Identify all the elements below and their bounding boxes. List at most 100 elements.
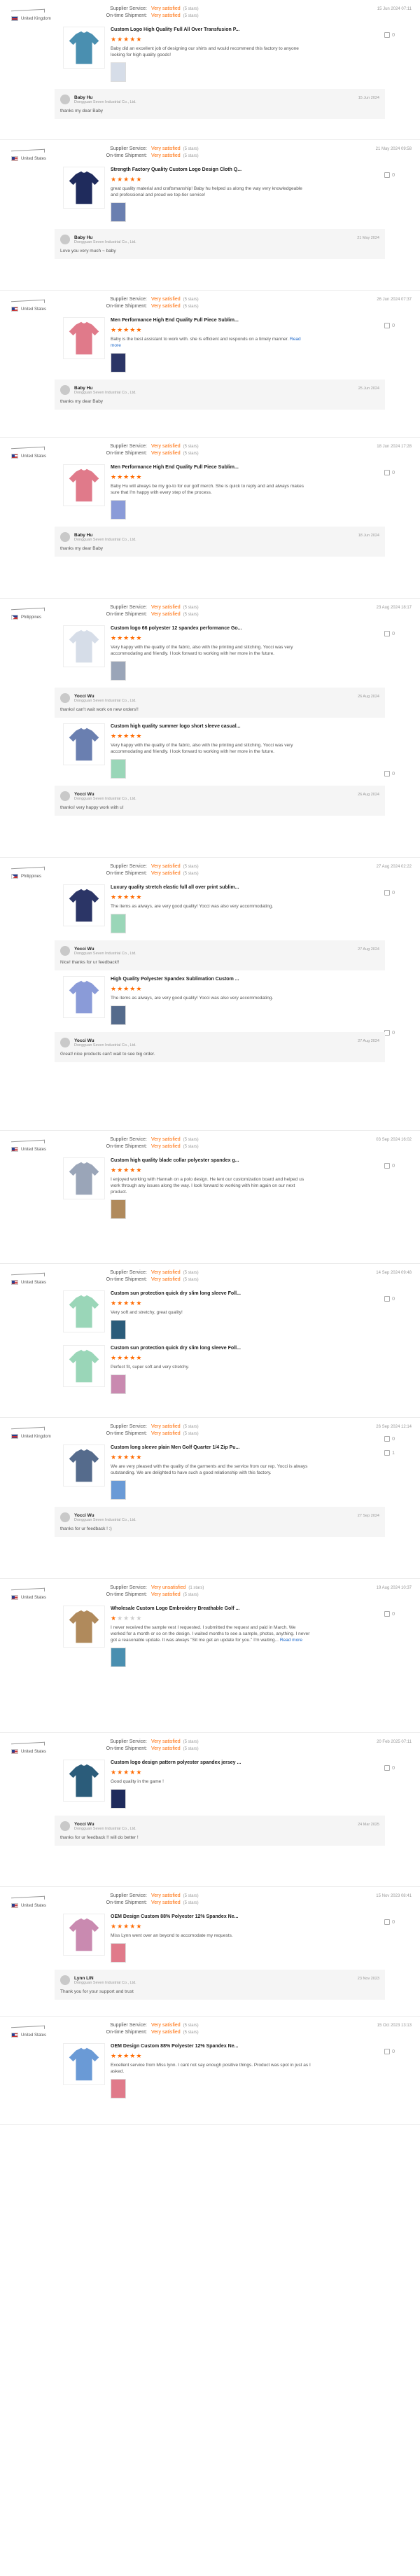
helpful-button[interactable]: 0	[384, 1030, 395, 1036]
product-title[interactable]: OEM Design Custom 88% Polyester 12% Span…	[111, 1914, 311, 1921]
product-title[interactable]: Strength Factory Quality Custom Logo Des…	[111, 167, 311, 174]
review-photo[interactable]	[111, 1374, 126, 1394]
review-photo[interactable]	[111, 1320, 126, 1339]
product-thumbnail[interactable]	[63, 1157, 105, 1199]
helpful-button[interactable]: 0	[384, 172, 395, 178]
supplier-reply: Yocci Wu Dongguan Seven Industrial Co., L…	[55, 1816, 385, 1846]
product-thumbnail[interactable]	[63, 884, 105, 926]
supplier-service-value: Very satisfied	[151, 1424, 181, 1429]
review-photo[interactable]	[111, 1943, 126, 1963]
helpful-button[interactable]: 0	[384, 890, 395, 896]
country-name: Philippines	[21, 615, 42, 620]
star-icon: ★	[123, 1923, 130, 1930]
product-thumbnail[interactable]	[63, 2043, 105, 2085]
star-rating: ★★★★★	[111, 1354, 311, 1362]
product-title[interactable]: Custom sun protection quick dry slim lon…	[111, 1345, 311, 1352]
helpful-button[interactable]: 0	[384, 631, 395, 636]
helpful-button[interactable]: 0	[384, 1919, 395, 1925]
product-thumbnail[interactable]	[63, 1760, 105, 1802]
product-title[interactable]: Custom logo design pattern polyester spa…	[111, 1760, 311, 1767]
product-title[interactable]: Men Performance High End Quality Full Pi…	[111, 464, 311, 471]
review-photo[interactable]	[111, 1199, 126, 1219]
star-icon: ★	[117, 1615, 124, 1622]
helpful-button[interactable]: 1	[384, 1450, 395, 1456]
product-thumbnail[interactable]	[63, 27, 105, 69]
product-thumbnail[interactable]	[63, 1914, 105, 1956]
star-icon: ★	[117, 1167, 124, 1174]
product-title[interactable]: Luxury quality stretch elastic full all …	[111, 884, 311, 891]
helpful-button[interactable]: 0	[384, 1611, 395, 1617]
product-thumbnail[interactable]	[63, 625, 105, 667]
product-title[interactable]: Custom long sleeve plain Men Golf Quarte…	[111, 1444, 311, 1451]
on-time-stars: (5 stars)	[183, 2031, 199, 2035]
product-review-body: Custom long sleeve plain Men Golf Quarte…	[111, 1444, 311, 1500]
helpful-button[interactable]: 0	[384, 2049, 395, 2054]
read-more-link[interactable]: Read more	[280, 1638, 302, 1643]
on-time-stars: (5 stars)	[183, 1278, 199, 1282]
review-photo[interactable]	[111, 759, 126, 779]
product-title[interactable]: Custom high quality blade collar polyest…	[111, 1157, 311, 1164]
helpful-button[interactable]: 0	[384, 32, 395, 38]
product-title[interactable]: Custom Logo High Quality Full All Over T…	[111, 27, 311, 34]
product-thumbnail[interactable]	[63, 1606, 105, 1648]
product-review-body: Custom Logo High Quality Full All Over T…	[111, 27, 311, 82]
reply-author: Yocci Wu Dongguan Seven Industrial Co., L…	[74, 1038, 136, 1047]
review-photo[interactable]	[111, 2079, 126, 2098]
product-thumbnail[interactable]	[63, 317, 105, 359]
review-photo[interactable]	[111, 1789, 126, 1809]
product-title[interactable]: OEM Design Custom 88% Polyester 12% Span…	[111, 2043, 311, 2050]
product-title[interactable]: Custom logo 66 polyester 12 spandex perf…	[111, 625, 311, 632]
helpful-button[interactable]: 0	[384, 1765, 395, 1771]
star-icon: ★	[130, 1167, 136, 1174]
star-icon: ★	[136, 1454, 143, 1461]
helpful-button[interactable]: 0	[384, 1163, 395, 1169]
supplier-service-row: Supplier Service: Very satisfied (5 stars)	[98, 1269, 413, 1276]
helpful-count: 0	[392, 1163, 395, 1169]
review-photo[interactable]	[111, 1648, 126, 1667]
buyer-info: Philippines	[7, 863, 98, 879]
reply-author: Baby Hu Dongguan Seven Industrial Co., Lt…	[74, 386, 136, 395]
helpful-button[interactable]: 0	[384, 470, 395, 475]
product-thumbnail[interactable]	[63, 723, 105, 765]
helpful-button[interactable]: 0	[384, 323, 395, 328]
product-title[interactable]: Custom high quality summer logo short sl…	[111, 723, 311, 730]
product-thumbnail[interactable]	[63, 1290, 105, 1332]
supplier-reply: Yocci Wu Dongguan Seven Industrial Co., L…	[55, 688, 385, 718]
rating-summary: Supplier Service: Very satisfied (5 stars)…	[98, 1423, 413, 1439]
product-title[interactable]: Wholesale Custom Logo Embroidery Breatha…	[111, 1606, 311, 1613]
helpful-button[interactable]: 0	[384, 771, 395, 777]
product-thumbnail[interactable]	[63, 1345, 105, 1387]
review-photos	[111, 1005, 311, 1025]
review-photo[interactable]	[111, 914, 126, 933]
review-photo[interactable]	[111, 1005, 126, 1025]
star-icon: ★	[136, 1923, 143, 1930]
on-time-stars: (5 stars)	[183, 613, 199, 617]
review-photo[interactable]	[111, 1480, 126, 1500]
star-icon: ★	[130, 176, 136, 183]
review-photo[interactable]	[111, 62, 126, 82]
reply-header: Yocci Wu Dongguan Seven Industrial Co., L…	[60, 946, 379, 956]
product-title[interactable]: High Quality Polyester Spandex Sublimati…	[111, 976, 311, 983]
supplier-service-label: Supplier Service:	[110, 1137, 147, 1142]
review-card: United States Supplier Service: Very satis…	[0, 438, 420, 599]
product-thumbnail[interactable]	[63, 167, 105, 209]
on-time-value: Very satisfied	[151, 153, 181, 158]
product-review: Men Performance High End Quality Full Pi…	[63, 317, 413, 373]
rating-summary: Supplier Service: Very satisfied (5 stars)…	[98, 1269, 413, 1285]
review-photo[interactable]	[111, 661, 126, 681]
product-thumbnail[interactable]	[63, 1444, 105, 1487]
product-thumbnail[interactable]	[63, 976, 105, 1018]
review-card: United States Supplier Service: Very satis…	[0, 1887, 420, 2017]
review-photo[interactable]	[111, 202, 126, 222]
star-icon: ★	[123, 732, 130, 739]
supplier-service-value: Very satisfied	[151, 864, 181, 869]
product-title[interactable]: Men Performance High End Quality Full Pi…	[111, 317, 311, 324]
review-date: 15 Jun 2024 07:11	[377, 7, 412, 11]
on-time-row: On-time Shipment: Very satisfied (5 stars)	[98, 13, 413, 20]
review-photo[interactable]	[111, 500, 126, 520]
helpful-button[interactable]: 0	[384, 1296, 395, 1302]
star-rating: ★★★★★	[111, 1167, 311, 1174]
product-thumbnail[interactable]	[63, 464, 105, 506]
product-title[interactable]: Custom sun protection quick dry slim lon…	[111, 1290, 311, 1297]
review-photo[interactable]	[111, 353, 126, 373]
